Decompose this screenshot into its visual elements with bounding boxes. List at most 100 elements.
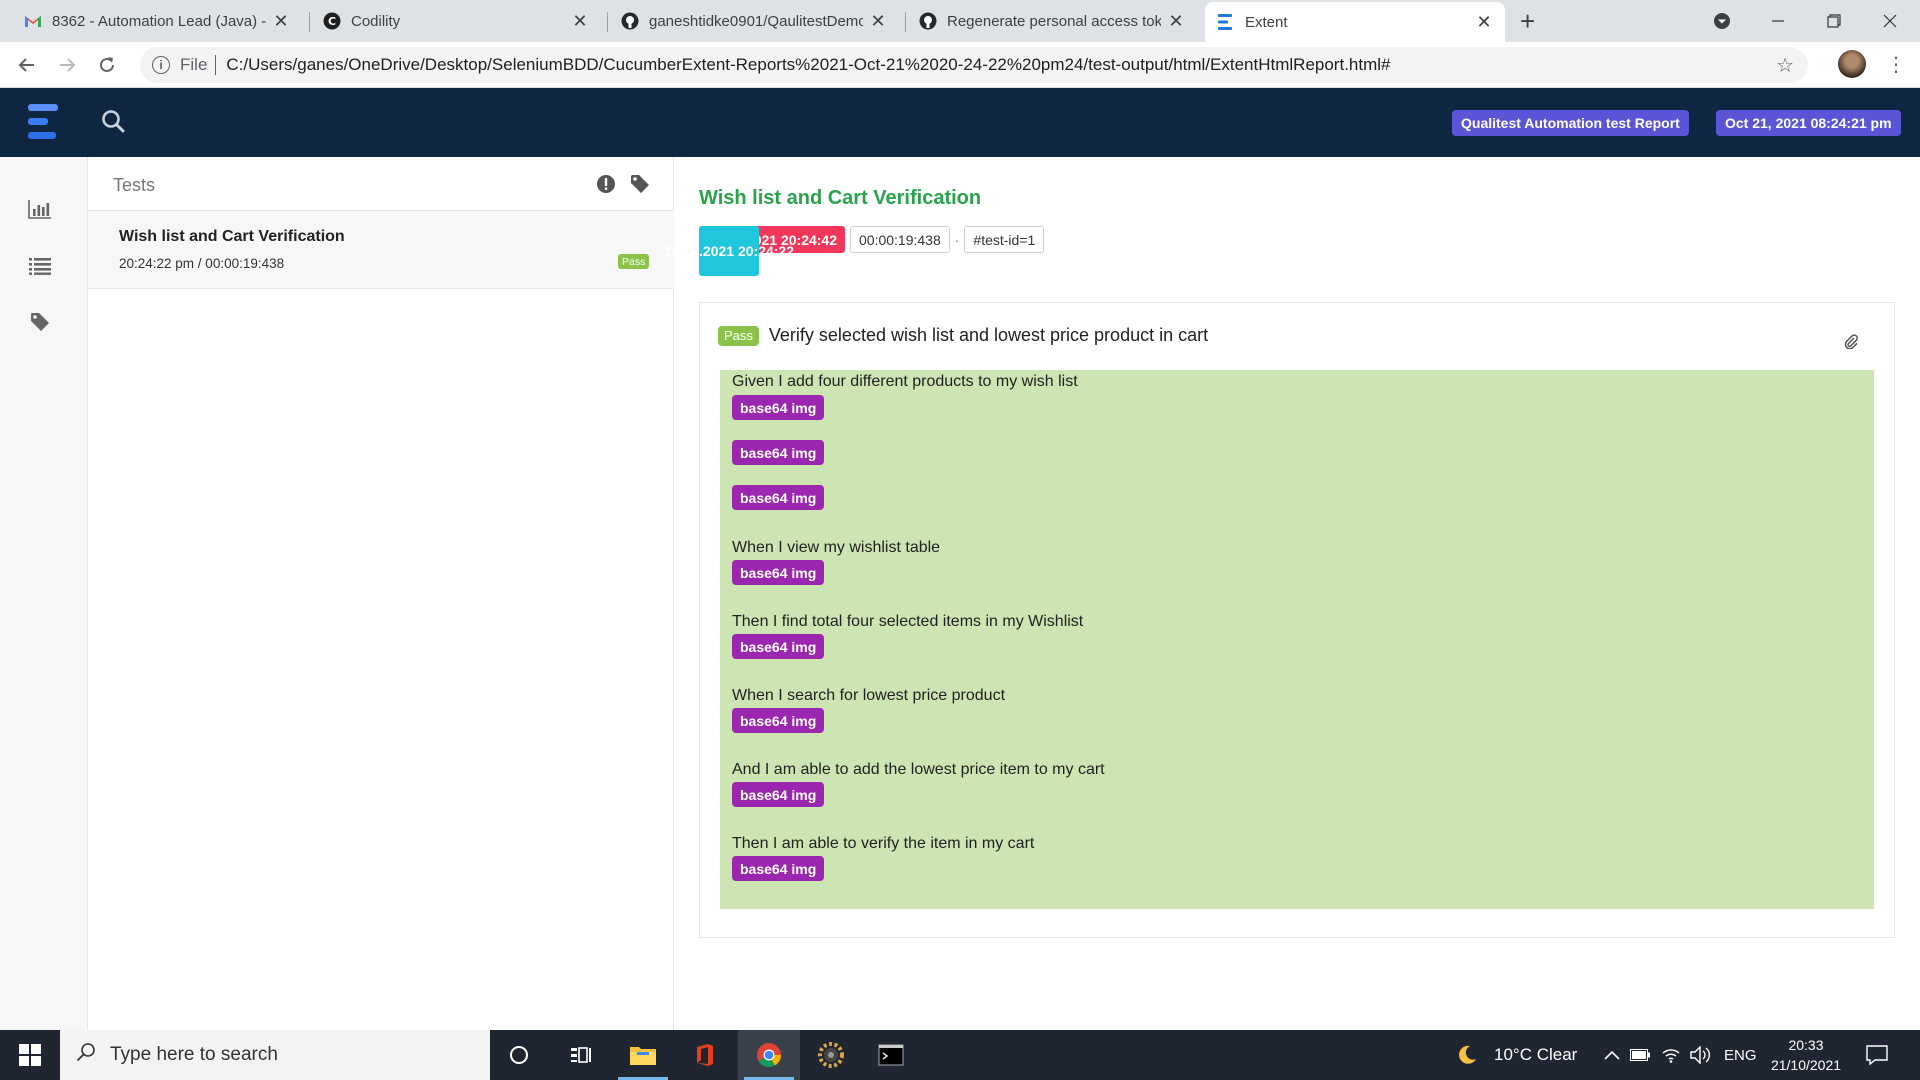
attachment-clip-icon[interactable] — [1844, 333, 1858, 354]
tab-divider — [905, 12, 906, 32]
tab-search-icon[interactable] — [1694, 0, 1750, 42]
test-status-badge: Pass — [618, 254, 650, 269]
close-tab-icon[interactable]: ✕ — [272, 11, 290, 32]
profile-avatar[interactable] — [1838, 50, 1866, 78]
tag-filter-icon[interactable] — [630, 174, 650, 194]
weather-moon-icon[interactable] — [1456, 1030, 1478, 1080]
scenario-card: Pass Verify selected wish list and lowes… — [699, 302, 1895, 938]
close-tab-icon[interactable]: ✕ — [869, 11, 887, 32]
address-bar: i File C:/Users/ganes/OneDrive/Desktop/S… — [0, 42, 1920, 88]
site-info-icon[interactable]: i — [152, 56, 170, 74]
base64-img-badge[interactable]: base64 img — [732, 440, 825, 465]
base64-img-badge[interactable]: base64 img — [732, 634, 825, 659]
base64-img-badge[interactable]: base64 img — [732, 782, 825, 807]
duration-badge: 00:00:19:438 — [850, 226, 950, 253]
office-icon[interactable] — [674, 1030, 736, 1080]
nav-rail — [0, 157, 88, 1030]
tab-github-token[interactable]: Regenerate personal access toke ✕ — [907, 0, 1197, 42]
weather-text[interactable]: 10°C Clear — [1494, 1030, 1577, 1080]
taskbar-search-placeholder: Type here to search — [110, 1044, 278, 1065]
tag-icon[interactable] — [28, 310, 52, 334]
test-list-item[interactable]: Wish list and Cart Verification 20:24:22… — [88, 211, 674, 289]
svg-text:C: C — [328, 15, 336, 28]
tab-gmail[interactable]: 8362 - Automation Lead (Java) - ✕ — [12, 0, 302, 42]
step-text: Then I find total four selected items in… — [732, 613, 1084, 630]
windows-start-icon[interactable] — [0, 1030, 60, 1080]
test-detail-panel: Wish list and Cart Verification 10.21.20… — [664, 157, 1920, 1030]
extent-logo-icon[interactable] — [28, 102, 62, 142]
step-text: When I search for lowest price product — [732, 687, 1006, 704]
search-icon[interactable] — [100, 108, 126, 139]
test-list-icon[interactable] — [28, 254, 52, 278]
volume-icon[interactable] — [1690, 1030, 1712, 1080]
url-input[interactable]: i File C:/Users/ganes/OneDrive/Desktop/S… — [140, 47, 1808, 83]
task-view-icon[interactable] — [550, 1030, 612, 1080]
test-detail-title: Wish list and Cart Verification — [699, 187, 982, 209]
tab-title: ganeshtidke0901/QaulitestDemo — [649, 12, 863, 30]
settings-gear-icon[interactable] — [800, 1030, 862, 1080]
status-filter-icon[interactable] — [596, 174, 616, 194]
gmail-icon — [24, 12, 42, 30]
test-item-time: 20:24:22 pm / 00:00:19:438 — [119, 256, 285, 271]
clock-date: 21/10/2021 — [1770, 1057, 1842, 1073]
browser-menu-icon[interactable]: ⋮ — [1886, 52, 1906, 77]
notifications-icon[interactable] — [1866, 1030, 1888, 1080]
restore-icon[interactable] — [1806, 0, 1862, 42]
github-icon — [919, 12, 937, 30]
language-indicator[interactable]: ENG — [1724, 1030, 1757, 1080]
new-tab-icon[interactable]: + — [1520, 8, 1535, 34]
base64-img-badge[interactable]: base64 img — [732, 485, 825, 510]
tab-codility[interactable]: C Codility ✕ — [311, 0, 601, 42]
base64-img-badge[interactable]: base64 img — [732, 708, 825, 733]
back-icon[interactable] — [12, 50, 42, 80]
taskbar-clock[interactable]: 20:33 21/10/2021 — [1764, 1035, 1848, 1075]
codility-icon: C — [323, 12, 341, 30]
chrome-icon[interactable] — [738, 1030, 800, 1080]
battery-icon[interactable] — [1630, 1030, 1650, 1080]
base64-img-badge[interactable]: base64 img — [732, 560, 825, 585]
close-tab-icon[interactable]: ✕ — [1167, 11, 1185, 32]
tab-divider — [309, 12, 310, 32]
start-time-badge: 10.21.2021 20:24:22 — [664, 226, 794, 276]
tab-title: 8362 - Automation Lead (Java) - — [52, 12, 266, 30]
bookmark-star-icon[interactable]: ☆ — [1776, 53, 1794, 78]
close-tab-icon[interactable]: ✕ — [571, 11, 589, 32]
tab-title: Regenerate personal access toke — [947, 12, 1161, 30]
scenario-header[interactable]: Pass Verify selected wish list and lowes… — [718, 325, 1208, 346]
close-window-icon[interactable] — [1862, 0, 1918, 42]
test-meta-row: 10.21.2021 20:24:22 10.21.2021 20:24:42 … — [664, 226, 1049, 276]
tab-github-repo[interactable]: ganeshtidke0901/QaulitestDemo ✕ — [609, 0, 899, 42]
clock-time: 20:33 — [1788, 1037, 1824, 1053]
extent-icon — [1217, 13, 1235, 31]
url-scheme-label: File — [180, 55, 208, 74]
test-id-badge: #test-id=1 — [964, 226, 1045, 253]
tray-chevron-icon[interactable] — [1604, 1030, 1620, 1080]
base64-img-badge[interactable]: base64 img — [732, 395, 825, 420]
url-text: C:/Users/ganes/OneDrive/Desktop/Selenium… — [226, 55, 1391, 74]
windows-taskbar: Type here to search 10°C Clear ENG 20:33 — [0, 1030, 1920, 1080]
report-header: Qualitest Automation test Report Oct 21,… — [0, 88, 1920, 157]
minimize-icon[interactable] — [1750, 0, 1806, 42]
wifi-icon[interactable] — [1661, 1030, 1681, 1080]
step-text: And I am able to add the lowest price it… — [732, 761, 1105, 778]
forward-icon[interactable] — [52, 50, 82, 80]
meta-separator: · — [954, 231, 960, 248]
reload-icon[interactable] — [92, 50, 122, 80]
scenario-status-badge: Pass — [718, 325, 759, 346]
tests-panel: Tests Wish list and Cart Verification 20… — [88, 157, 674, 1030]
close-tab-icon[interactable]: ✕ — [1475, 12, 1493, 33]
taskbar-search-input[interactable]: Type here to search — [60, 1030, 490, 1080]
step-text: When I view my wishlist table — [732, 539, 941, 556]
cortana-icon[interactable] — [488, 1030, 550, 1080]
file-explorer-icon[interactable] — [612, 1030, 674, 1080]
browser-tab-bar: 8362 - Automation Lead (Java) - ✕ C Codi… — [0, 0, 1920, 42]
step-text: Then I am able to verify the item in my … — [732, 835, 1035, 852]
dashboard-chart-icon[interactable] — [28, 197, 52, 221]
terminal-icon[interactable] — [860, 1030, 922, 1080]
github-icon — [621, 12, 639, 30]
base64-img-badge[interactable]: base64 img — [732, 856, 825, 881]
tests-panel-title: Tests — [113, 175, 156, 195]
tab-title: Codility — [351, 12, 401, 30]
tab-extent[interactable]: Extent ✕ — [1205, 2, 1505, 42]
scenario-steps: Given I add four different products to m… — [720, 370, 1874, 909]
